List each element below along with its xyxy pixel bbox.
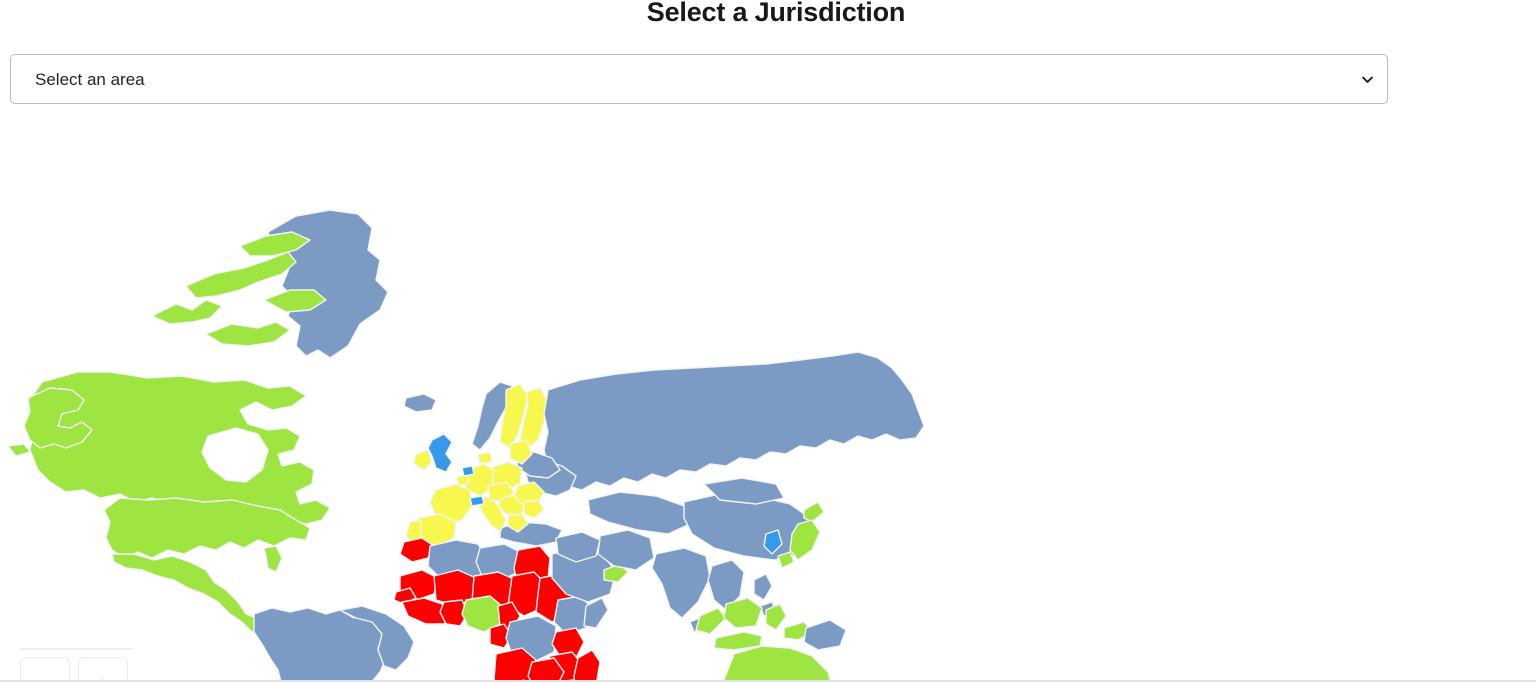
- region-denmark[interactable]: [477, 451, 493, 465]
- map-controls-divider: [20, 648, 133, 650]
- region-indonesia-sumatra[interactable]: [695, 607, 727, 635]
- region-us-florida[interactable]: [263, 545, 283, 573]
- region-australia[interactable]: [723, 645, 834, 682]
- region-canada-arctic-3[interactable]: [205, 321, 291, 347]
- region-greenland[interactable]: [267, 209, 389, 359]
- region-mexico[interactable]: [111, 553, 263, 633]
- region-indonesia-java[interactable]: [713, 631, 763, 651]
- region-papua-new-guinea[interactable]: [803, 619, 847, 651]
- page-title: Select a Jurisdiction: [646, 0, 906, 27]
- jurisdiction-select-wrapper: Select an area: [10, 54, 1388, 104]
- region-india[interactable]: [651, 547, 711, 619]
- region-japan[interactable]: [803, 501, 825, 523]
- region-central-asia[interactable]: [587, 491, 691, 535]
- region-netherlands[interactable]: [461, 465, 475, 477]
- region-switzerland[interactable]: [469, 495, 485, 507]
- region-iceland[interactable]: [403, 393, 437, 413]
- region-indonesia-borneo[interactable]: [723, 597, 763, 629]
- map-zoom-in-button[interactable]: +: [78, 657, 128, 682]
- region-bulgaria[interactable]: [523, 499, 545, 519]
- jurisdiction-page: Select a Jurisdiction Select an area: [0, 0, 1536, 682]
- jurisdiction-select[interactable]: Select an area: [10, 54, 1388, 104]
- region-united-kingdom[interactable]: [427, 433, 453, 473]
- region-alaska-islands[interactable]: [7, 443, 31, 457]
- region-canada-arctic-2[interactable]: [185, 251, 297, 299]
- region-ireland[interactable]: [413, 449, 433, 471]
- map-zoom-out-button[interactable]: −: [20, 657, 70, 682]
- region-philippines[interactable]: [753, 573, 773, 601]
- region-russia[interactable]: [543, 351, 925, 491]
- world-map-container[interactable]: − +: [0, 110, 1536, 682]
- world-jurisdiction-map[interactable]: [0, 110, 1536, 682]
- region-canada-arctic[interactable]: [151, 299, 223, 325]
- map-zoom-controls: − +: [20, 648, 135, 682]
